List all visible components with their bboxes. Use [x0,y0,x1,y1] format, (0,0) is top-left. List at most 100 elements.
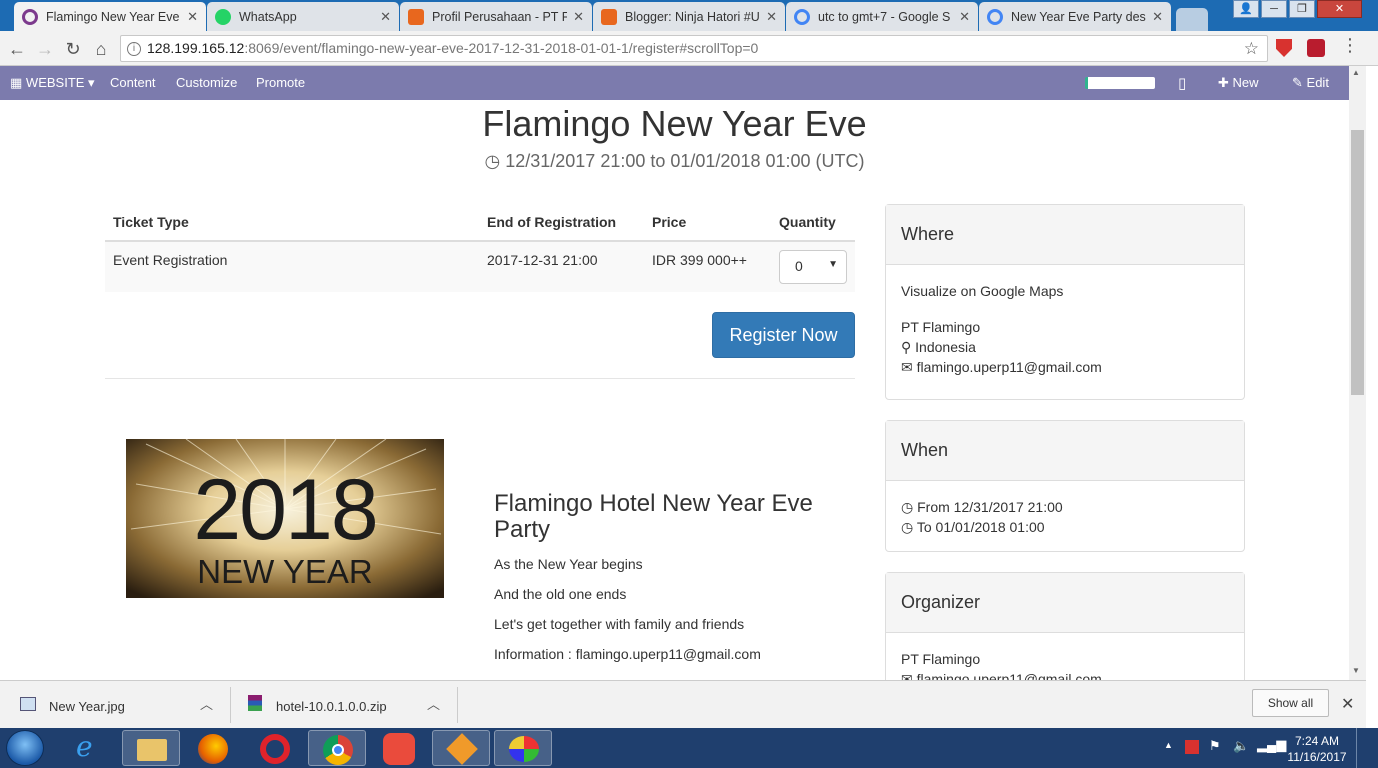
event-date-text: 12/31/2017 21:00 to 01/01/2018 01:00 (UT… [505,151,865,171]
when-panel: When ◷ From 12/31/2017 21:00 ◷ To 01/01/… [885,420,1245,552]
event-date-range: ◷ 12/31/2017 21:00 to 01/01/2018 01:00 (… [0,151,1349,172]
bookmark-star-icon[interactable]: ☆ [1244,36,1259,61]
when-to: ◷ To 01/01/2018 01:00 [901,519,1045,536]
minimize-window-button[interactable]: ─ [1261,0,1287,18]
windows-taskbar: e ▲ ⚑ 🔈 ▂▄▆ 7:24 AM 11/16/2017 [0,728,1378,768]
description-line: And the old one ends [494,586,627,602]
forward-arrow-icon[interactable]: → [34,38,56,60]
image-file-icon [20,697,36,711]
where-panel: Where Visualize on Google Maps PT Flamin… [885,204,1245,400]
content-menu[interactable]: Content [110,75,156,90]
download-item-new-year[interactable]: New Year.jpg [49,699,125,714]
envelope-icon: ✉ [901,359,913,375]
back-arrow-icon[interactable]: ← [6,38,28,60]
browser-tab-profil[interactable]: Profil Perusahaan - PT Fla ✕ [400,2,592,31]
flag-icon[interactable]: ⚑ [1209,738,1221,754]
party-title: Flamingo Hotel New Year Eve Party [494,490,813,543]
shield-extension-icon[interactable] [1276,39,1292,57]
scroll-up-arrow-icon[interactable]: ▲ [1352,68,1360,77]
new-tab-button[interactable] [1176,8,1208,31]
extension-icon[interactable] [1307,39,1325,57]
odoo-website-bar: ▦ WEBSITE ▾ Content Customize Promote ▯ … [0,66,1349,100]
chevron-up-icon[interactable]: ︿ [200,694,213,713]
tray-app-icon[interactable] [1185,740,1199,754]
browser-tab-google-party[interactable]: New Year Eve Party desc ✕ [979,2,1171,31]
google-favicon-icon [794,8,810,25]
address-bar[interactable]: i 128.199.165.12:8069/event/flamingo-new… [120,35,1268,62]
home-icon[interactable]: ⌂ [90,38,112,60]
header-ticket-type: Ticket Type [113,214,189,230]
browser-tab-blogger[interactable]: Blogger: Ninja Hatori #U ✕ [593,2,785,31]
taskbar-clock[interactable]: 7:24 AM 11/16/2017 [1282,733,1352,765]
odoo-favicon-icon [22,8,38,25]
quantity-select[interactable]: 0 ▼ [779,250,847,284]
close-tab-icon[interactable]: ✕ [573,9,584,25]
menu-kebab-icon[interactable]: ⋮ [1341,35,1359,56]
chevron-up-icon[interactable]: ︿ [427,694,440,713]
internet-explorer-taskbar-icon[interactable]: e [60,730,118,766]
download-item-hotel-zip[interactable]: hotel-10.0.1.0.0.zip [276,699,387,714]
show-all-downloads-button[interactable]: Show all [1252,689,1329,717]
sketchup-taskbar-icon[interactable] [432,730,490,766]
media-player-taskbar-icon[interactable] [370,730,428,766]
edit-button[interactable]: ✎ Edit [1292,75,1329,91]
whatsapp-favicon-icon [215,8,231,25]
browser-tab-flamingo[interactable]: Flamingo New Year Eve | ✕ [14,2,206,31]
new-button[interactable]: ✚ New [1218,75,1259,91]
reload-icon[interactable]: ↻ [62,38,84,60]
restore-window-button[interactable]: ❐ [1289,0,1315,18]
info-icon[interactable]: i [127,42,141,56]
firefox-taskbar-icon[interactable] [184,730,242,766]
where-heading: Where [886,205,1244,265]
close-tab-icon[interactable]: ✕ [959,9,970,25]
event-title: Flamingo New Year Eve [482,103,867,144]
close-tab-icon[interactable]: ✕ [187,9,198,25]
file-explorer-taskbar-icon[interactable] [122,730,180,766]
blogger-favicon-icon [601,8,617,25]
when-from: ◷ From 12/31/2017 21:00 [901,499,1063,516]
map-marker-icon: ⚲ [901,339,912,355]
close-tab-icon[interactable]: ✕ [380,9,391,25]
show-hidden-icons-icon[interactable]: ▲ [1164,740,1173,750]
banner-subtitle-text: NEW YEAR [197,553,373,590]
close-window-button[interactable]: ✕ [1317,0,1362,18]
website-menu[interactable]: ▦ WEBSITE ▾ [10,75,95,91]
volume-icon[interactable]: 🔈 [1233,738,1249,754]
clock-icon: ◷ [901,499,914,515]
chrome-taskbar-icon[interactable] [308,730,366,766]
google-maps-link[interactable]: Visualize on Google Maps [901,283,1063,299]
when-from-text: From 12/31/2017 21:00 [917,499,1063,515]
scroll-down-arrow-icon[interactable]: ▼ [1352,666,1360,675]
tab-title: Flamingo New Year Eve | [46,9,182,24]
browser-tab-google-utc[interactable]: utc to gmt+7 - Google S ✕ [786,2,978,31]
paint-taskbar-icon[interactable] [494,730,552,766]
email-text: flamingo.uperp11@gmail.com [916,359,1102,375]
opera-taskbar-icon[interactable] [246,730,304,766]
header-price: Price [652,214,687,230]
url-host: 128.199.165.12 [147,40,245,56]
customize-menu[interactable]: Customize [176,75,237,90]
windows-start-button[interactable] [6,730,44,766]
website-label: WEBSITE [25,75,85,90]
organizer-name: PT Flamingo [901,651,981,667]
register-now-button[interactable]: Register Now [712,312,855,358]
new-year-banner-image: 2018 NEW YEAR [126,439,444,598]
close-tab-icon[interactable]: ✕ [1152,9,1163,25]
user-icon[interactable]: 👤 [1233,0,1259,18]
close-tab-icon[interactable]: ✕ [766,9,777,25]
publish-toggle[interactable] [1085,77,1155,89]
browser-tab-whatsapp[interactable]: WhatsApp ✕ [207,2,399,31]
when-heading: When [886,421,1244,481]
close-downloads-bar-icon[interactable]: ✕ [1341,694,1354,714]
chevron-down-icon: ▼ [828,259,838,270]
mobile-preview-icon[interactable]: ▯ [1178,74,1186,92]
page-scrollbar-thumb[interactable] [1351,130,1364,395]
show-desktop-button[interactable] [1356,728,1366,768]
description-line: As the New Year begins [494,556,643,572]
archive-file-icon [248,695,262,711]
promote-menu[interactable]: Promote [256,75,305,90]
price-cell: IDR 399 000++ [652,252,747,268]
divider [457,687,458,723]
clock-icon: ◷ [901,519,914,535]
where-company-name: PT Flamingo [901,319,981,335]
